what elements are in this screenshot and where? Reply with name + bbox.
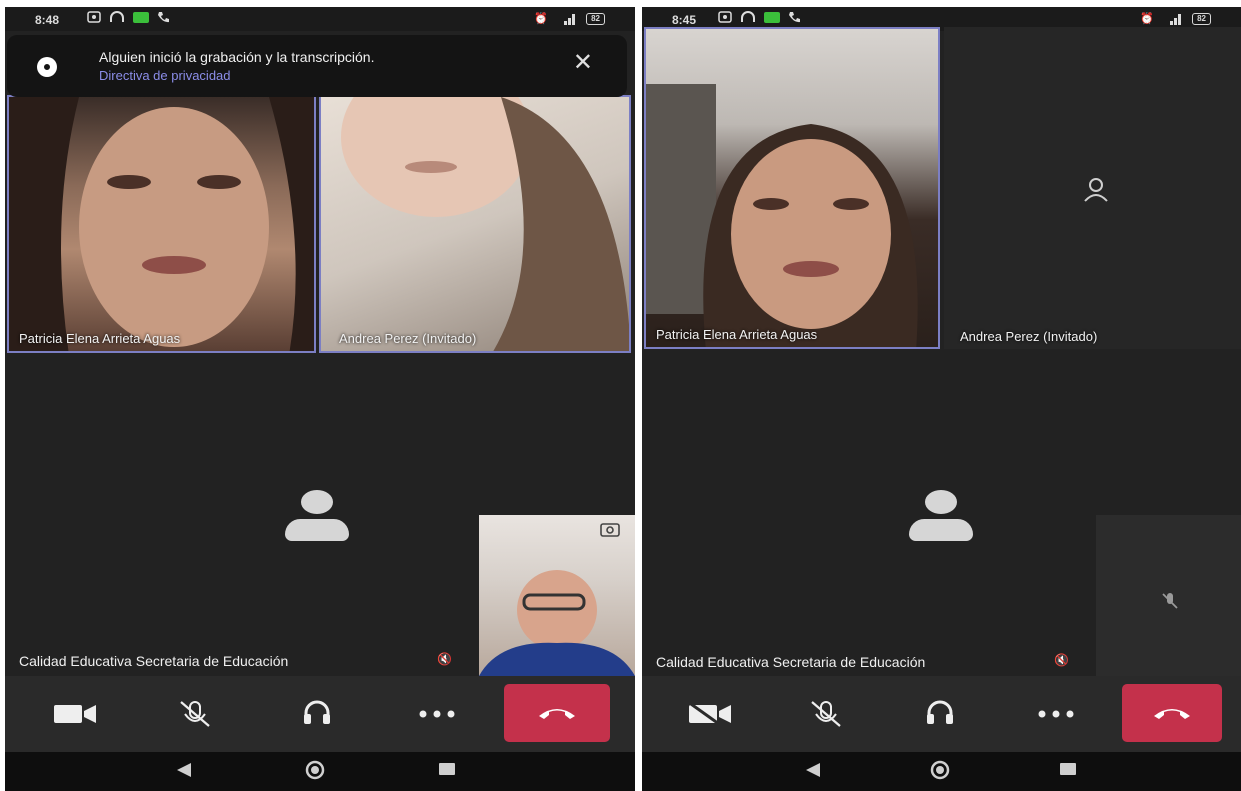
mic-off-icon [1162,593,1178,609]
participant-tile[interactable]: Andrea Perez (Invitado) [319,95,631,353]
self-preview[interactable] [1096,515,1241,676]
main-participant-name: Calidad Educativa Secretaria de Educació… [19,653,289,669]
headphones-icon [110,11,124,22]
audio-button[interactable] [900,676,980,752]
participant-tile[interactable]: Patricia Elena Arrieta Aguas [7,95,316,353]
signal-icon [1170,13,1182,25]
home-icon[interactable] [930,760,950,780]
status-time: 8:48 [35,13,60,27]
hang-up-icon [539,709,575,719]
camera-button[interactable] [670,676,750,752]
system-icons: ⏰ 82 [1140,12,1211,25]
system-icons: ⏰ 82 [534,12,605,25]
headphones-icon [741,11,755,22]
more-button[interactable] [1016,676,1096,752]
mic-button[interactable] [155,676,235,752]
notification-icons [718,11,800,23]
participant-video [646,84,918,347]
signal-icon [564,13,576,25]
app-notification-icon [764,11,780,23]
battery-icon: 82 [586,12,605,25]
participant-tile[interactable]: Andrea Perez (Invitado) [944,27,1241,349]
home-icon[interactable] [305,760,325,780]
status-time: 8:45 [672,13,697,27]
hang-up-button[interactable] [504,684,610,742]
participant-name: Patricia Elena Arrieta Aguas [19,331,181,346]
phone-screen-right: 8:45 ⏰ 82 Patricia Elena Arrieta Aguas A… [642,7,1241,791]
headset-icon [927,700,953,724]
message-icon [87,11,101,23]
self-video [479,570,635,676]
participant-name: Andrea Perez (Invitado) [960,329,1098,344]
avatar [909,490,973,542]
recents-icon[interactable] [438,762,456,776]
muted-icon: 🔇 [1054,653,1069,667]
message-icon [718,11,732,23]
hang-up-button[interactable] [1122,684,1222,742]
more-button[interactable] [397,676,477,752]
phone-call-icon [789,12,800,23]
battery-icon: 82 [1192,12,1211,25]
phone-screen-left: 8:48 ⏰ 82 Alguien inició la grabación y … [5,7,635,791]
call-controls [642,676,1241,752]
mic-off-icon [811,701,841,727]
participant-video [9,97,314,351]
camera-icon [54,705,96,723]
hang-up-icon [1154,709,1190,719]
call-controls [5,676,635,752]
self-preview[interactable] [479,515,635,676]
muted-icon: 🔇 [437,652,452,666]
audio-button[interactable] [277,676,357,752]
more-icon [1038,710,1074,718]
alarm-icon: ⏰ [1140,13,1155,25]
camera-off-icon [689,703,731,725]
participant-tile[interactable]: Patricia Elena Arrieta Aguas [644,27,940,349]
headset-icon [304,700,330,724]
back-icon[interactable] [804,762,822,778]
recording-banner: Alguien inició la grabación y la transcr… [7,35,627,97]
app-notification-icon [133,11,149,23]
status-bar: 8:48 ⏰ 82 [5,7,635,31]
recents-icon[interactable] [1059,762,1077,776]
participant-name: Patricia Elena Arrieta Aguas [656,327,818,342]
participant-video [341,97,629,351]
navigation-bar [642,752,1241,791]
camera-button[interactable] [35,676,115,752]
switch-camera-icon[interactable] [599,521,621,539]
participant-name: Andrea Perez (Invitado) [339,331,477,346]
close-icon[interactable]: ✕ [573,51,593,75]
recording-message: Alguien inició la grabación y la transcr… [99,49,375,65]
recording-icon [37,57,57,77]
mic-button[interactable] [786,676,866,752]
navigation-bar [5,752,635,791]
alarm-icon: ⏰ [534,13,549,25]
avatar [285,490,349,542]
phone-call-icon [158,12,169,23]
notification-icons [87,11,169,23]
privacy-link[interactable]: Directiva de privacidad [99,68,231,83]
back-icon[interactable] [175,762,193,778]
mic-off-icon [180,701,210,727]
video-off-icon [1084,178,1108,202]
main-participant-name: Calidad Educativa Secretaria de Educació… [656,654,926,670]
more-icon [419,710,455,718]
